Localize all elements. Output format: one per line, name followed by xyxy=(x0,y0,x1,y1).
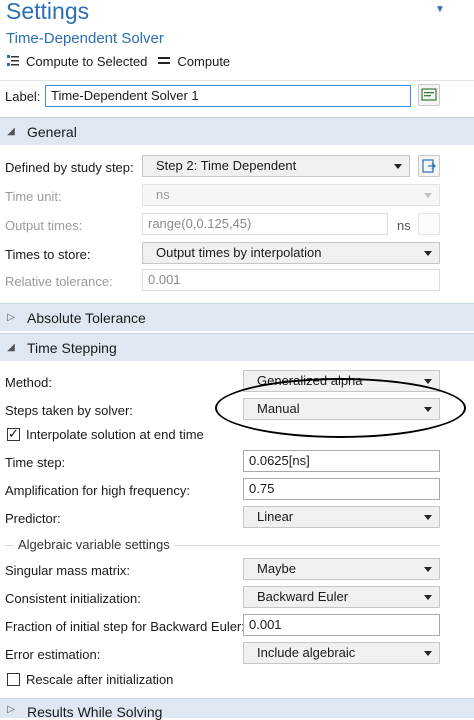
checkmark-icon: ✓ xyxy=(8,426,19,441)
time-unit-value: ns xyxy=(156,187,170,202)
label-reset-icon xyxy=(421,88,437,101)
error-estimation-value: Include algebraic xyxy=(257,645,356,660)
expand-arrow-icon: ▷ xyxy=(7,312,15,323)
collapse-arrow-icon: ◢ xyxy=(7,342,15,353)
steps-taken-select[interactable]: Manual xyxy=(243,398,440,420)
section-results-while-solving[interactable]: ▷ Results While Solving xyxy=(0,698,474,720)
predictor-value: Linear xyxy=(257,509,294,524)
time-step-input[interactable]: 0.0625[ns] xyxy=(243,450,440,472)
chevron-down-icon xyxy=(394,164,402,169)
page-title: Settings xyxy=(6,0,90,24)
compute-to-selected-button[interactable]: Compute to Selected xyxy=(6,54,147,69)
relative-tolerance-label: Relative tolerance: xyxy=(5,274,113,289)
times-to-store-select[interactable]: Output times by interpolation xyxy=(142,242,440,264)
time-unit-label: Time unit: xyxy=(5,189,62,204)
compute-button[interactable]: Compute xyxy=(157,54,230,69)
chevron-down-icon xyxy=(424,651,432,656)
range-button xyxy=(418,213,440,235)
section-time-stepping[interactable]: ◢ Time Stepping xyxy=(0,333,474,361)
study-step-select[interactable]: Step 2: Time Dependent xyxy=(142,155,410,177)
label-input[interactable]: Time-Dependent Solver 1 xyxy=(45,85,411,107)
section-absolute-tolerance[interactable]: ▷ Absolute Tolerance xyxy=(0,303,474,331)
compute-to-selected-icon xyxy=(6,54,20,68)
expand-arrow-icon: ▷ xyxy=(7,704,15,715)
section-results-while-solving-title: Results While Solving xyxy=(27,704,163,720)
amplification-label: Amplification for high frequency: xyxy=(5,483,190,498)
go-to-source-icon xyxy=(422,159,436,173)
output-times-label: Output times: xyxy=(5,218,83,233)
rescale-label: Rescale after initialization xyxy=(26,672,174,687)
section-general-title: General xyxy=(27,123,77,140)
chevron-down-icon xyxy=(424,379,432,384)
consistent-init-select[interactable]: Backward Euler xyxy=(243,586,440,608)
collapse-arrow-icon: ◢ xyxy=(7,126,15,137)
compute-to-selected-label: Compute to Selected xyxy=(26,53,148,69)
predictor-label: Predictor: xyxy=(5,511,61,526)
study-step-label: Defined by study step: xyxy=(5,160,134,175)
panel-menu-icon[interactable]: ▼ xyxy=(435,4,445,15)
relative-tolerance-input: 0.001 xyxy=(142,269,440,291)
compute-icon xyxy=(157,54,171,68)
chevron-down-icon xyxy=(424,515,432,520)
section-general[interactable]: ◢ General xyxy=(0,117,474,145)
chevron-down-icon xyxy=(424,251,432,256)
interpolate-checkbox[interactable]: ✓ xyxy=(7,426,20,441)
time-step-label: Time step: xyxy=(5,455,66,470)
error-estimation-label: Error estimation: xyxy=(5,647,101,662)
time-unit-select: ns xyxy=(142,184,440,206)
fraction-label: Fraction of initial step for Backward Eu… xyxy=(5,619,245,634)
page-subtitle: Time-Dependent Solver xyxy=(6,30,164,47)
times-to-store-value: Output times by interpolation xyxy=(156,245,322,260)
chevron-down-icon xyxy=(424,193,432,198)
algebraic-group-label: Algebraic variable settings xyxy=(14,537,174,552)
predictor-select[interactable]: Linear xyxy=(243,506,440,528)
fraction-input[interactable]: 0.001 xyxy=(243,614,440,636)
header-divider xyxy=(0,80,474,81)
singular-mass-select[interactable]: Maybe xyxy=(243,558,440,580)
group-divider-right xyxy=(170,545,440,546)
singular-mass-label: Singular mass matrix: xyxy=(5,563,130,578)
rescale-checkbox[interactable] xyxy=(7,673,20,686)
consistent-init-value: Backward Euler xyxy=(257,589,349,604)
chevron-down-icon xyxy=(424,595,432,600)
section-absolute-tolerance-title: Absolute Tolerance xyxy=(27,309,146,326)
label-field-label: Label: xyxy=(5,89,41,104)
toolbar: Compute to Selected Compute xyxy=(6,53,240,69)
method-select[interactable]: Generalized alpha xyxy=(243,370,440,392)
output-times-input: range(0,0.125,45) xyxy=(142,213,388,235)
chevron-down-icon xyxy=(424,407,432,412)
compute-label: Compute xyxy=(177,53,231,69)
steps-taken-value: Manual xyxy=(257,401,300,416)
error-estimation-select[interactable]: Include algebraic xyxy=(243,642,440,664)
output-times-unit: ns xyxy=(397,218,411,233)
chevron-down-icon xyxy=(424,567,432,572)
amplification-input[interactable]: 0.75 xyxy=(243,478,440,500)
consistent-init-label: Consistent initialization: xyxy=(5,591,141,606)
steps-taken-label: Steps taken by solver: xyxy=(5,403,133,418)
study-step-value: Step 2: Time Dependent xyxy=(156,158,297,173)
section-time-stepping-title: Time Stepping xyxy=(27,339,117,356)
times-to-store-label: Times to store: xyxy=(5,247,91,262)
interpolate-label: Interpolate solution at end time xyxy=(26,427,204,442)
singular-mass-value: Maybe xyxy=(257,561,297,576)
label-reset-button[interactable] xyxy=(418,84,440,106)
method-label: Method: xyxy=(5,375,52,390)
go-to-source-button[interactable] xyxy=(418,155,440,177)
method-value: Generalized alpha xyxy=(257,373,363,388)
